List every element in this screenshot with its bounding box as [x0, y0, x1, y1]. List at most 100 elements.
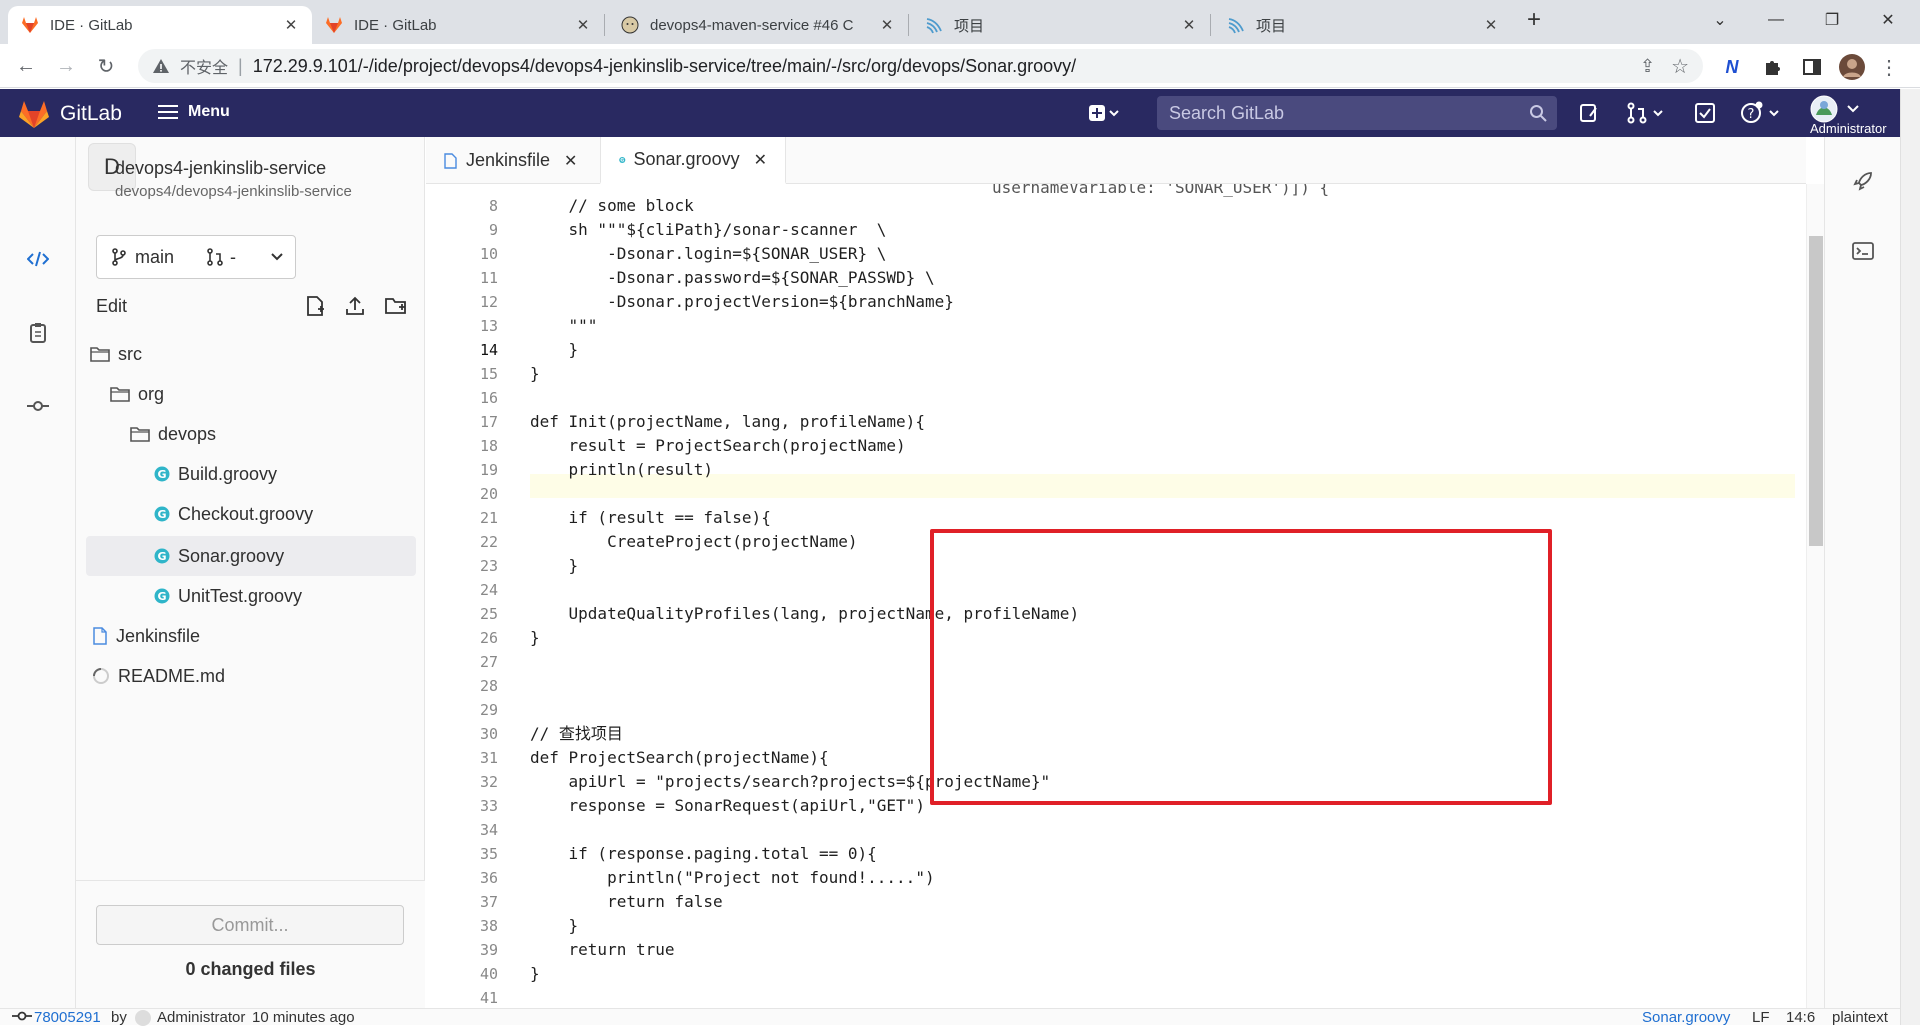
- commit-icon[interactable]: [22, 390, 54, 422]
- terminal-icon[interactable]: [1847, 235, 1879, 267]
- annotation-highlight-box: [930, 529, 1552, 805]
- tree-item-build-groovy[interactable]: G Build.groovy: [86, 456, 416, 492]
- commit-button[interactable]: Commit...: [96, 905, 404, 945]
- close-icon[interactable]: ✕: [1482, 16, 1500, 34]
- close-icon[interactable]: ✕: [878, 16, 896, 34]
- tree-item-checkout-groovy[interactable]: G Checkout.groovy: [86, 496, 416, 532]
- gitlab-header: GitLab Menu Search GitLab ? Administrato…: [0, 89, 1900, 137]
- browser-tab-2[interactable]: IDE · GitLab ✕: [312, 6, 604, 44]
- warning-icon[interactable]: [152, 57, 170, 75]
- branch-selector[interactable]: main -: [96, 235, 296, 279]
- upload-icon[interactable]: [344, 295, 366, 317]
- editor-tab-jenkinsfile[interactable]: Jenkinsfile ✕: [426, 137, 600, 184]
- search-input[interactable]: Search GitLab: [1157, 96, 1557, 130]
- maximize-button[interactable]: ❐: [1804, 0, 1860, 40]
- new-directory-icon[interactable]: [384, 295, 408, 317]
- code-line: // 查找项目: [530, 724, 623, 743]
- status-bar: 78005291 by Administrator 10 minutes ago…: [0, 1008, 1900, 1026]
- user-menu[interactable]: Administrator: [1810, 95, 1887, 137]
- status-eol: LF: [1752, 1009, 1770, 1026]
- address-bar[interactable]: 不安全 | 172.29.9.101/-/ide/project/devops4…: [138, 49, 1703, 83]
- editor-tabs: Jenkinsfile ✕ G Sonar.groovy ✕: [426, 137, 1806, 184]
- line-number: 11: [479, 269, 498, 287]
- hamburger-icon: [158, 105, 178, 119]
- chevron-down-icon: [1847, 105, 1859, 113]
- chevron-down-icon: [271, 253, 283, 261]
- help-icon[interactable]: ?: [1740, 101, 1784, 125]
- editor-tab-sonar-groovy[interactable]: G Sonar.groovy ✕: [600, 137, 786, 184]
- forward-button[interactable]: →: [50, 50, 82, 82]
- todo-icon[interactable]: [1694, 101, 1716, 125]
- line-number: 25: [479, 605, 498, 623]
- menu-button[interactable]: Menu: [158, 103, 230, 121]
- window-close-button[interactable]: ✕: [1860, 0, 1916, 40]
- extension-n-icon[interactable]: N: [1719, 54, 1745, 80]
- pipelines-rocket-icon[interactable]: [1847, 165, 1879, 197]
- line-number: 35: [479, 845, 498, 863]
- tree-item-label: Build.groovy: [178, 463, 278, 484]
- line-number: 12: [479, 293, 498, 311]
- browser-tab-title: IDE · GitLab: [354, 16, 437, 34]
- security-label: 不安全: [180, 60, 229, 77]
- extensions-puzzle-icon[interactable]: [1759, 54, 1785, 80]
- line-number: 8: [488, 197, 498, 215]
- minimize-button[interactable]: —: [1748, 0, 1804, 40]
- status-file-link[interactable]: Sonar.groovy: [1642, 1009, 1730, 1026]
- tree-item-devops[interactable]: devops: [86, 416, 416, 452]
- line-number: 38: [479, 917, 498, 935]
- new-tab-button[interactable]: +: [1516, 0, 1552, 40]
- user-avatar: [1810, 95, 1838, 123]
- browser-menu-icon[interactable]: ⋮: [1876, 54, 1902, 80]
- project-header[interactable]: D devops4-jenkinslib-service devops4/dev…: [88, 137, 406, 215]
- line-number: 28: [479, 677, 498, 695]
- browser-tab-1[interactable]: IDE · GitLab ✕: [8, 6, 312, 44]
- tree-item-jenkinsfile[interactable]: Jenkinsfile: [86, 618, 416, 654]
- editor-scrollbar-thumb[interactable]: [1809, 236, 1823, 546]
- tree-item-label: src: [118, 343, 142, 364]
- tab-search-icon[interactable]: ⌄: [1692, 0, 1748, 40]
- tree-item-src[interactable]: src: [86, 336, 416, 372]
- file-icon: [93, 627, 107, 645]
- svg-text:?: ?: [1748, 107, 1755, 122]
- page-scrollbar[interactable]: [1900, 89, 1920, 1025]
- close-icon[interactable]: ✕: [754, 150, 767, 170]
- reload-button[interactable]: ↻: [90, 50, 122, 82]
- bookmark-star-icon[interactable]: ☆: [1671, 54, 1689, 79]
- browser-tabstrip: IDE · GitLab ✕ IDE · GitLab ✕ devops4-ma…: [0, 0, 1920, 44]
- back-button[interactable]: ←: [10, 50, 42, 82]
- line-number: 36: [479, 869, 498, 887]
- issues-icon[interactable]: [1578, 101, 1600, 125]
- gitlab-home-link[interactable]: GitLab: [18, 99, 122, 129]
- profile-avatar[interactable]: [1839, 54, 1865, 80]
- tree-item-readme[interactable]: README.md: [86, 658, 416, 694]
- browser-tab-5[interactable]: 项目 ✕: [1214, 6, 1512, 44]
- commit-sha-link[interactable]: 78005291: [34, 1009, 101, 1026]
- gitlab-logo-icon: [326, 17, 342, 33]
- tree-item-org[interactable]: org: [86, 376, 416, 412]
- tree-item-sonar-groovy[interactable]: G Sonar.groovy: [86, 536, 416, 576]
- close-icon[interactable]: ✕: [282, 16, 300, 34]
- svg-text:G: G: [157, 508, 166, 521]
- browser-tab-title: devops4-maven-service #46 C: [650, 16, 854, 34]
- browser-tab-3[interactable]: devops4-maven-service #46 C ✕: [608, 6, 908, 44]
- review-clipboard-icon[interactable]: [22, 317, 54, 349]
- commit-time: 10 minutes ago: [252, 1009, 355, 1026]
- code-line: return false: [530, 892, 723, 911]
- jenkins-logo-icon: [621, 16, 639, 34]
- side-panel-icon[interactable]: [1799, 54, 1825, 80]
- tree-item-unittest-groovy[interactable]: G UnitTest.groovy: [86, 578, 416, 614]
- line-number: 23: [479, 557, 498, 575]
- close-icon[interactable]: ✕: [564, 151, 577, 171]
- close-icon[interactable]: ✕: [1180, 16, 1198, 34]
- share-icon[interactable]: ⇪: [1640, 56, 1655, 77]
- tab-separator: [1210, 14, 1211, 36]
- sonarqube-logo-icon: [926, 18, 942, 34]
- editor-tab-label: Jenkinsfile: [466, 150, 551, 170]
- new-file-icon[interactable]: [304, 295, 326, 317]
- merge-requests-icon[interactable]: [1626, 101, 1666, 125]
- editor-scrollbar[interactable]: [1806, 184, 1824, 1015]
- create-new-button[interactable]: [1088, 101, 1122, 125]
- edit-mode-code-icon[interactable]: [22, 243, 54, 275]
- browser-tab-4[interactable]: 项目 ✕: [912, 6, 1210, 44]
- close-icon[interactable]: ✕: [574, 16, 592, 34]
